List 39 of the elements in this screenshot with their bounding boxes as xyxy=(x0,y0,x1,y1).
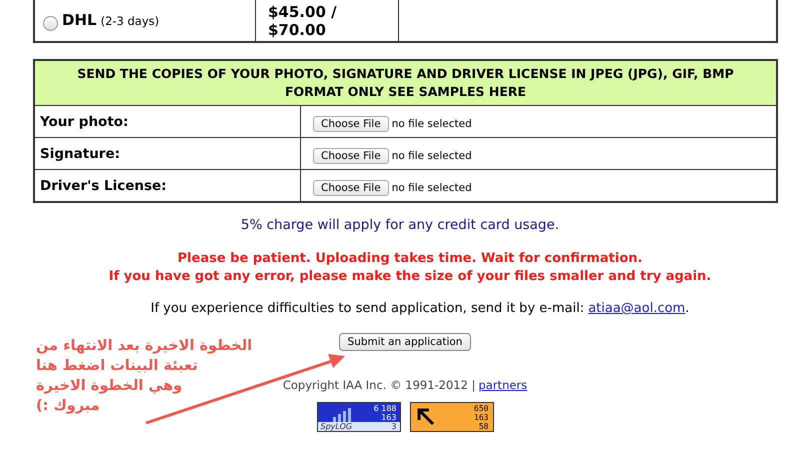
file-status: no file selected xyxy=(392,118,472,130)
counter-value: 58 xyxy=(478,422,488,430)
upload-header: SEND THE COPIES OF YOUR PHOTO, SIGNATURE AND DRIVER LICENSE IN JPEG (JPG), GIF, BMP FORMAT ONLY SEE SAMPLES HERE xyxy=(34,60,777,106)
counter-logo: SpyLOG xyxy=(320,422,352,431)
counter-value: 650 xyxy=(474,404,488,412)
annotation-text: وهي الخطوة الاخيرة xyxy=(36,378,182,394)
counter-badge[interactable]: 650 163 58 xyxy=(410,402,494,432)
counter-value: 163 xyxy=(474,412,488,422)
choose-file-button[interactable]: Choose File xyxy=(313,116,389,132)
bar-chart-icon xyxy=(332,408,352,422)
arrow-icon xyxy=(416,408,434,426)
counter-value: 6 188 xyxy=(374,404,396,413)
annotation-text: الخطوة الاخيرة بعد الانتهاء من xyxy=(36,338,252,354)
shipping-price: $45.00 / xyxy=(268,2,338,20)
partners-link[interactable]: partners xyxy=(478,378,528,392)
warning-text: If you have got any error, please make the size of your files smaller and try again. xyxy=(108,269,712,284)
radio-button[interactable] xyxy=(43,16,58,31)
copyright-text: Copyright IAA Inc. © 1991-2012 | xyxy=(282,378,476,392)
shipping-duration: (2-3 days) xyxy=(100,14,160,28)
counter-value: 163 xyxy=(380,413,396,422)
contact-text: If you experience difficulties to send application, send it by e-mail: xyxy=(150,301,584,316)
email-link[interactable]: atiaa@aol.com xyxy=(588,301,686,316)
warning-text: Please be patient. Uploading takes time. Wait for confirmation. xyxy=(178,251,642,266)
submit-button[interactable]: Submit an application xyxy=(338,333,472,351)
field-label: Your photo: xyxy=(40,114,128,130)
counter-badge[interactable]: 6 188 163 SpyLOG 3 xyxy=(316,402,400,432)
period: . xyxy=(685,301,690,316)
counter-value: 3 xyxy=(391,422,396,431)
annotation-text: تعبئة البينات اضغط هنا xyxy=(36,358,198,374)
shipping-name: DHL xyxy=(62,11,97,29)
field-label: Signature: xyxy=(40,146,120,162)
choose-file-button[interactable]: Choose File xyxy=(313,148,389,164)
shipping-price: $70.00 xyxy=(268,20,327,38)
annotation-text: مبروك :) xyxy=(36,398,100,414)
choose-file-button[interactable]: Choose File xyxy=(313,180,389,196)
field-label: Driver's License: xyxy=(40,178,167,194)
charge-note: 5% charge will apply for any credit card usage. xyxy=(240,217,560,233)
file-status: no file selected xyxy=(392,150,472,162)
file-status: no file selected xyxy=(392,182,472,194)
